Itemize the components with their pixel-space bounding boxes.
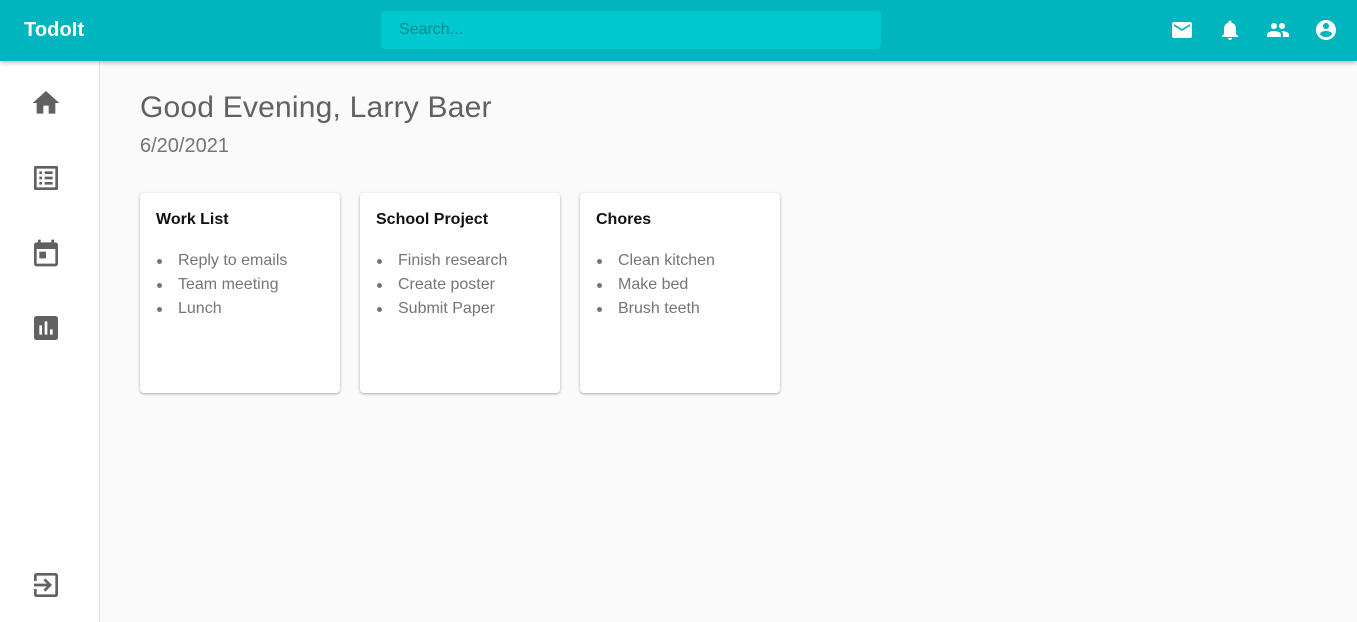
card-title: School Project (376, 211, 489, 228)
todo-card-school-project[interactable]: School Project Finish research Create po… (360, 193, 560, 393)
task-item: Brush teeth (596, 297, 764, 321)
current-date: 6/20/2021 (140, 135, 229, 157)
main-content: Good Evening, Larry Baer 6/20/2021 Work … (100, 61, 1357, 622)
chart-icon[interactable] (30, 312, 62, 344)
task-item: Submit Paper (376, 297, 544, 321)
logout-icon[interactable] (30, 569, 62, 601)
task-item: Make bed (596, 273, 764, 297)
bell-icon[interactable] (1218, 18, 1242, 42)
app-header: TodoIt (0, 0, 1357, 61)
search-input[interactable] (381, 11, 881, 49)
calendar-icon[interactable] (30, 237, 62, 269)
task-list: Reply to emails Team meeting Lunch (156, 249, 324, 321)
todo-card-work-list[interactable]: Work List Reply to emails Team meeting L… (140, 193, 340, 393)
mail-icon[interactable] (1170, 18, 1194, 42)
people-icon[interactable] (1266, 18, 1290, 42)
card-title: Work List (156, 211, 229, 228)
task-item: Clean kitchen (596, 249, 764, 273)
home-icon[interactable] (30, 87, 62, 119)
sidebar (0, 61, 100, 622)
task-list: Clean kitchen Make bed Brush teeth (596, 249, 764, 321)
task-item: Reply to emails (156, 249, 324, 273)
task-item: Create poster (376, 273, 544, 297)
task-item: Lunch (156, 297, 324, 321)
list-icon[interactable] (30, 162, 62, 194)
greeting-heading: Good Evening, Larry Baer (140, 91, 492, 124)
task-list: Finish research Create poster Submit Pap… (376, 249, 544, 321)
card-title: Chores (596, 211, 652, 228)
task-item: Finish research (376, 249, 544, 273)
app-title[interactable]: TodoIt (24, 19, 84, 42)
todo-card-chores[interactable]: Chores Clean kitchen Make bed Brush teet… (580, 193, 780, 393)
task-item: Team meeting (156, 273, 324, 297)
account-circle-icon[interactable] (1314, 18, 1338, 42)
